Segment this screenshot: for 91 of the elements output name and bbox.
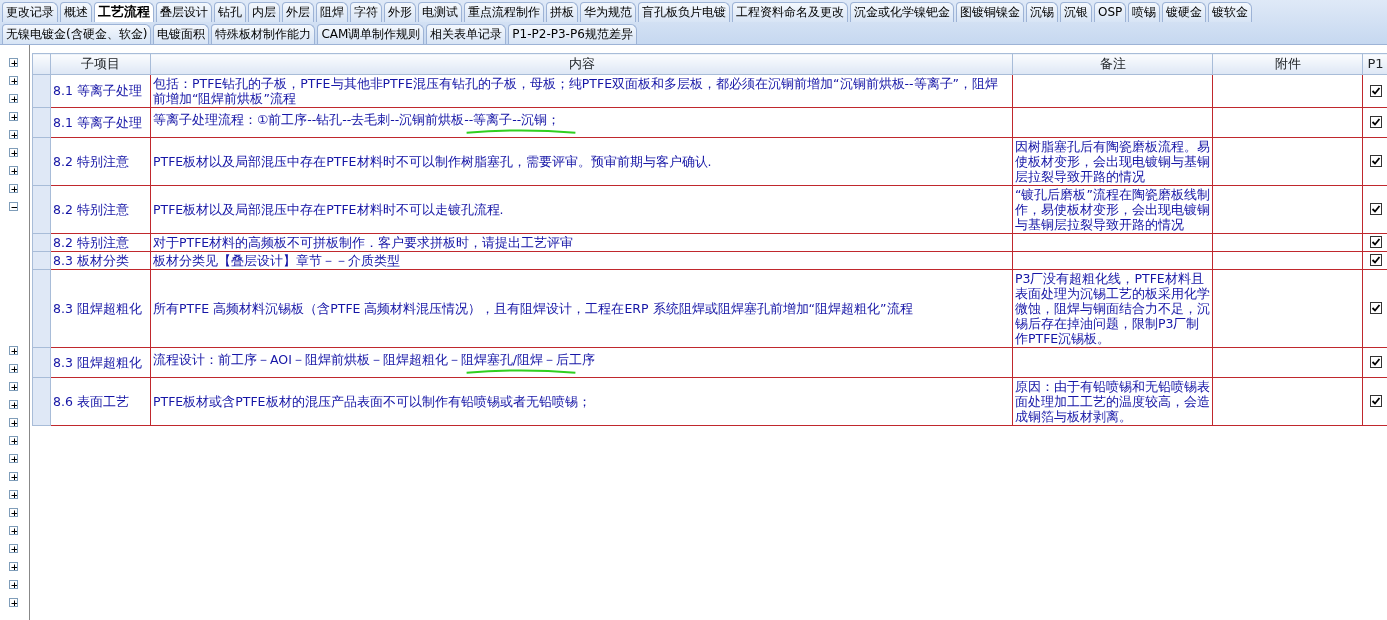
table-cell: 8.3 阻焊超粗化 (50, 269, 151, 347)
tab[interactable]: 特殊板材制作能力 (211, 24, 316, 44)
table-cell: 包括：PTFE钻孔的子板，PTFE与其他非PTFE混压有钻孔的子板，母板；纯PTFE双面板和多层板，都必须在沉铜前增加“沉铜前烘板--等离子”，阻焊前增加“阻焊前烘板”流程 (150, 74, 1013, 107)
tab[interactable]: 外层 (282, 2, 314, 22)
table-cell: 对于PTFE材料的高频板不可拼板制作．客户要求拼板时，请提出工艺评审 (150, 233, 1013, 251)
tab[interactable]: 沉银 (1060, 2, 1092, 22)
expand-icon[interactable] (9, 526, 18, 535)
table-cell: 8.6 表面工艺 (50, 377, 151, 425)
expand-icon[interactable] (9, 166, 18, 175)
table-cell: 8.3 阻焊超粗化 (50, 347, 151, 377)
tab[interactable]: 工艺流程 (94, 2, 154, 22)
column-header[interactable]: 内容 (150, 53, 1013, 74)
table-cell: 8.1 等离子处理 (50, 107, 151, 137)
expand-icon[interactable] (9, 562, 18, 571)
checkbox[interactable] (1369, 155, 1382, 167)
expand-icon[interactable] (9, 598, 18, 607)
table-cell: 8.3 板材分类 (50, 251, 151, 269)
tab[interactable]: 阻焊 (316, 2, 348, 22)
expand-icon[interactable] (9, 508, 18, 517)
table-cell: 因树脂塞孔后有陶瓷磨板流程。易使板材变形，会出现电镀铜与基铜层拉裂导致开路的情况 (1012, 137, 1213, 185)
expand-icon[interactable] (9, 580, 18, 589)
tab[interactable]: 电测试 (418, 2, 462, 22)
tab[interactable]: 钻孔 (214, 2, 246, 22)
tab[interactable]: CAM调单制作规则 (317, 24, 425, 44)
column-header[interactable]: 备注 (1012, 53, 1213, 74)
column-header[interactable]: P1 (1362, 53, 1387, 74)
table-cell: 等离子处理流程：①前工序--钻孔--去毛刺--沉铜前烘板--等离子--沉铜； (150, 107, 1013, 137)
tab[interactable]: 叠层设计 (156, 2, 212, 22)
corner-cell (32, 53, 51, 74)
tab[interactable]: 沉金或化学镍钯金 (850, 2, 954, 22)
collapse-icon[interactable] (9, 202, 18, 211)
column-header[interactable]: 子项目 (50, 53, 151, 74)
expand-icon[interactable] (9, 364, 18, 373)
table-cell: 8.1 等离子处理 (50, 74, 151, 107)
expand-icon[interactable] (9, 346, 18, 355)
table-cell: 8.2 特别注意 (50, 185, 151, 233)
expand-icon[interactable] (9, 436, 18, 445)
table-cell: 8.2 特别注意 (50, 233, 151, 251)
tab[interactable]: 概述 (60, 2, 92, 22)
checkbox[interactable] (1369, 395, 1382, 407)
checkbox[interactable] (1369, 356, 1382, 368)
tab[interactable]: OSP (1094, 2, 1127, 22)
tab[interactable]: 镀硬金 (1162, 2, 1207, 22)
checkbox[interactable] (1369, 254, 1382, 266)
table-cell: 流程设计：前工序－AOI－阻焊前烘板－阻焊超粗化－阻焊塞孔/阻焊－后工序 (150, 347, 1013, 377)
tab[interactable]: 华为规范 (580, 2, 636, 22)
tab[interactable]: 重点流程制作 (464, 2, 544, 22)
expand-icon[interactable] (9, 58, 18, 67)
table-cell: 原因：由于有铅喷锡和无铅喷锡表面处理加工工艺的温度较高，会造成铜箔与板材剥离。 (1012, 377, 1213, 425)
expand-icon[interactable] (9, 454, 18, 463)
tab[interactable]: 图镀铜镍金 (956, 2, 1024, 22)
table-cell: 所有PTFE 高频材料沉锡板（含PTFE 高频材料混压情况），且有阻焊设计，工程在ERP 系统阻焊或阻焊塞孔前增加“阻焊超粗化”流程 (150, 269, 1013, 347)
expand-icon[interactable] (9, 148, 18, 157)
expand-icon[interactable] (9, 382, 18, 391)
tab[interactable]: 更改记录 (2, 2, 58, 22)
expand-icon[interactable] (9, 76, 18, 85)
tab[interactable]: 镀软金 (1208, 2, 1253, 22)
checkbox[interactable] (1369, 203, 1382, 215)
expand-icon[interactable] (9, 112, 18, 121)
tab[interactable]: 外形 (384, 2, 416, 22)
table-cell: PTFE板材以及局部混压中存在PTFE材料时不可以走镀孔流程. (150, 185, 1013, 233)
checkbox[interactable] (1369, 302, 1382, 314)
tab[interactable]: 电镀面积 (153, 24, 210, 44)
expand-icon[interactable] (9, 184, 18, 193)
table-cell: “镀孔后磨板”流程在陶瓷磨板线制作，易使板材变形，会出现电镀铜与基铜层拉裂导致开路的情况 (1012, 185, 1213, 233)
tab[interactable]: 沉锡 (1026, 2, 1058, 22)
tab[interactable]: 拼板 (546, 2, 578, 22)
table-cell: P3厂没有超粗化线，PTFE材料且表面处理为沉锡工艺的板采用化学微蚀，阻焊与铜面结合力不足，沉锡后存在掉油问题，限制P3厂制作PTFE沉锡板。 (1012, 269, 1213, 347)
expand-icon[interactable] (9, 130, 18, 139)
tab[interactable]: 相关表单记录 (426, 24, 507, 44)
table-cell: 板材分类见【叠层设计】章节－－介质类型 (150, 251, 1013, 269)
checkbox[interactable] (1369, 84, 1382, 97)
checkbox[interactable] (1369, 116, 1382, 128)
expand-icon[interactable] (9, 472, 18, 481)
table-cell: PTFE板材以及局部混压中存在PTFE材料时不可以制作树脂塞孔，需要评审。预审前期与客户确认. (150, 137, 1013, 185)
tab[interactable]: 内层 (248, 2, 280, 22)
expand-icon[interactable] (9, 94, 18, 103)
table-cell: 8.2 特别注意 (50, 137, 151, 185)
expand-icon[interactable] (9, 400, 18, 409)
tab[interactable]: 喷锡 (1128, 2, 1161, 22)
column-header[interactable]: 附件 (1212, 53, 1363, 74)
checkbox[interactable] (1369, 236, 1382, 248)
expand-icon[interactable] (9, 544, 18, 553)
tab[interactable]: 字符 (350, 2, 382, 22)
tab[interactable]: P1-P2-P3-P6规范差异 (508, 24, 637, 44)
expand-icon[interactable] (9, 418, 18, 427)
tab[interactable]: 无镍电镀金(含硬金、软金) (2, 24, 152, 44)
tab[interactable]: 工程资料命名及更改 (732, 2, 848, 22)
table-cell: PTFE板材或含PTFE板材的混压产品表面不可以制作有铅喷锡或者无铅喷锡； (150, 377, 1013, 425)
tab[interactable]: 盲孔板负片电镀 (638, 2, 730, 22)
expand-icon[interactable] (9, 490, 18, 499)
